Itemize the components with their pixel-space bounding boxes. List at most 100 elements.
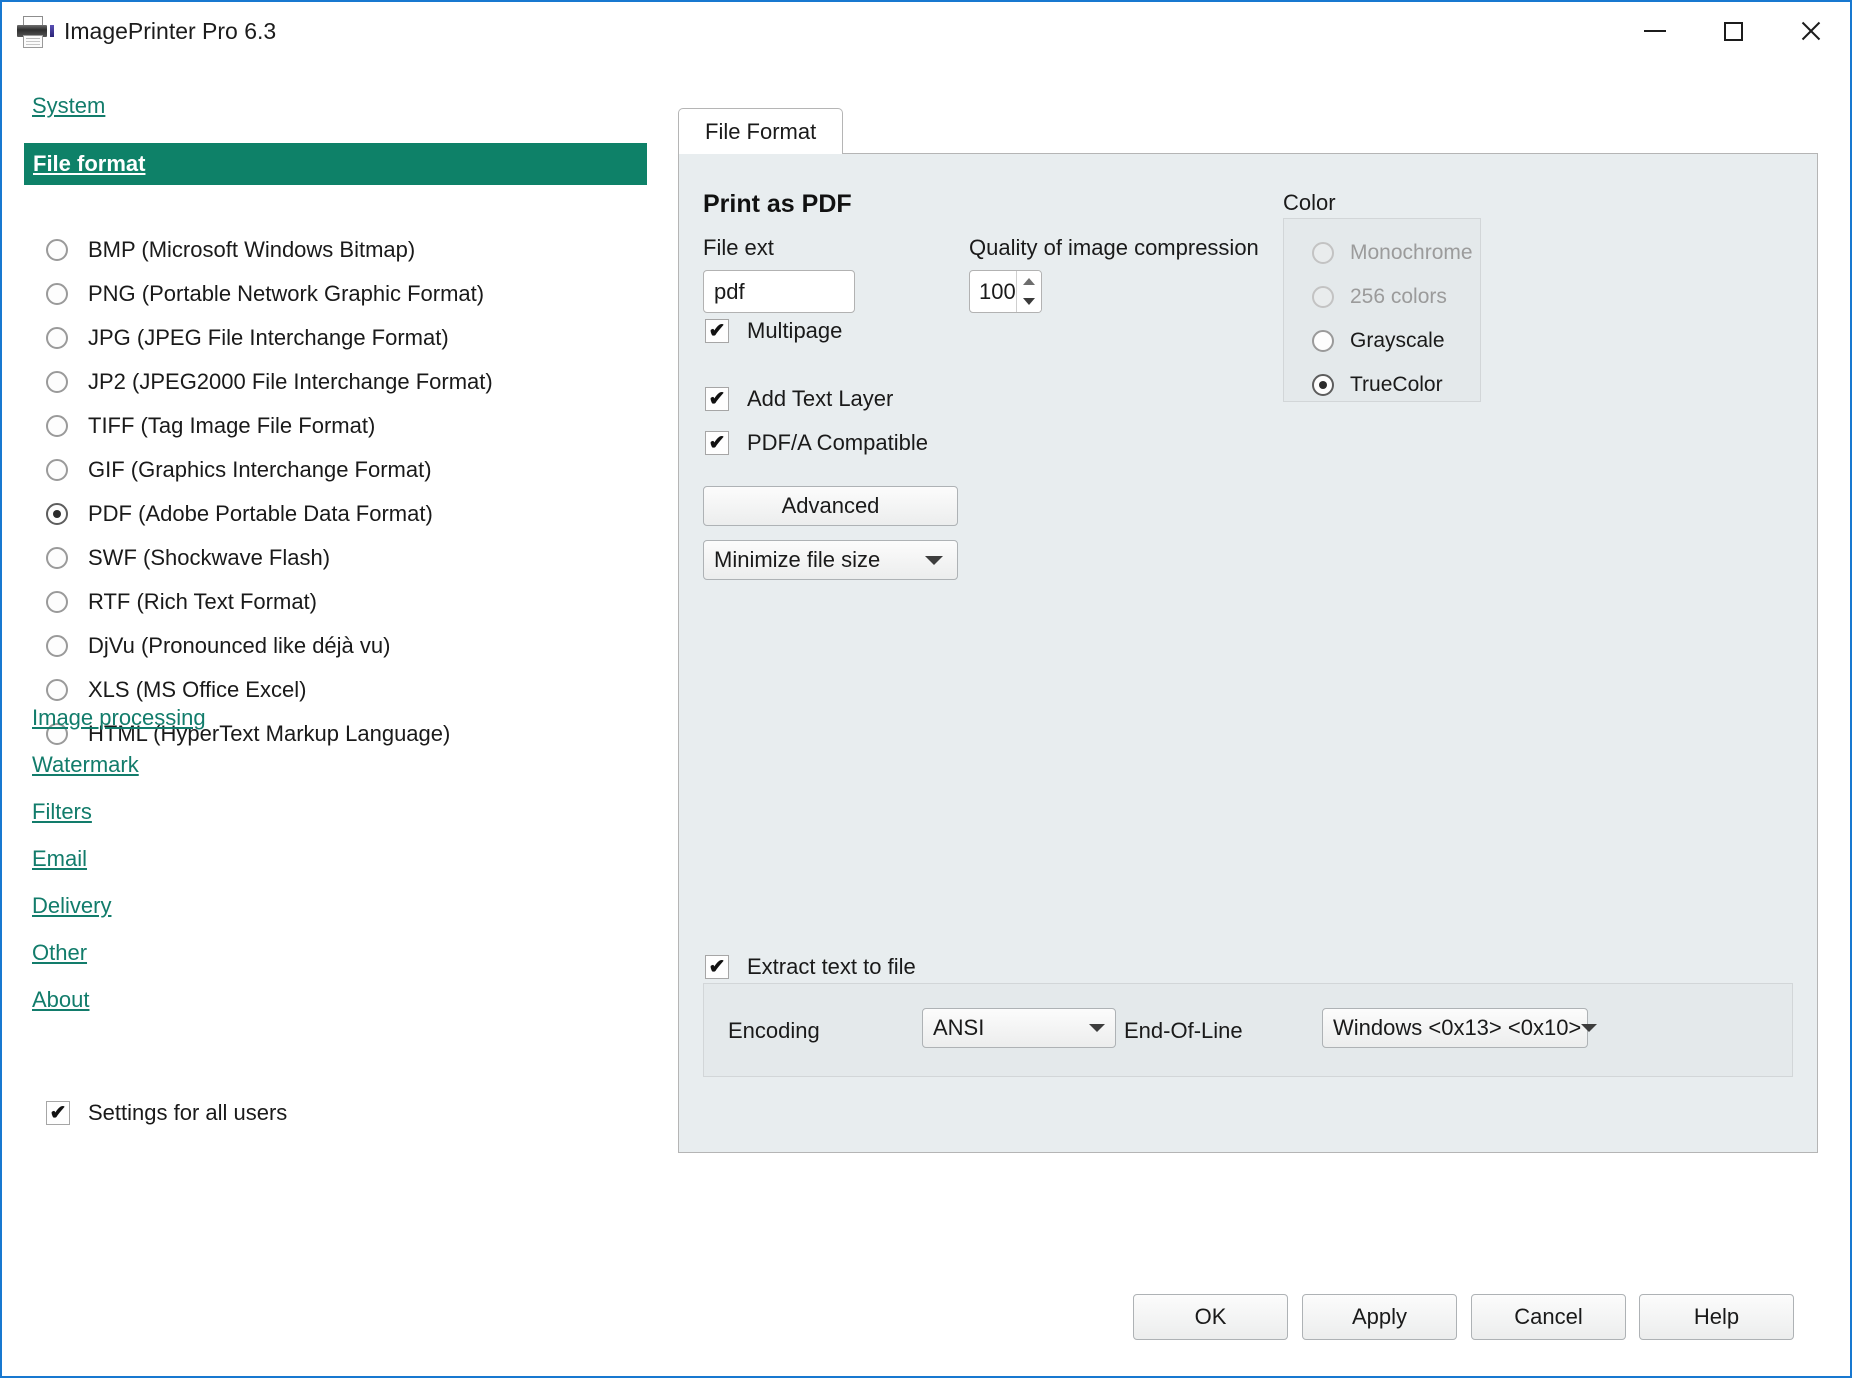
end-of-line-value: Windows <0x13> <0x10> xyxy=(1323,1015,1581,1041)
maximize-icon xyxy=(1724,22,1743,41)
filesize-mode-value: Minimize file size xyxy=(704,547,925,573)
app-window: ImagePrinter Pro 6.3 System File format … xyxy=(0,0,1852,1378)
sidebar-item-other[interactable]: Other xyxy=(32,940,87,966)
quality-stepper-buttons xyxy=(1016,271,1041,312)
sidebar-item-image-processing[interactable]: Image processing xyxy=(32,705,206,731)
color-option-monochrome-label: Monochrome xyxy=(1350,241,1473,265)
quality-value: 100 xyxy=(970,271,1016,312)
sidebar: System File format BMP (Microsoft Window… xyxy=(2,60,662,1376)
format-option[interactable]: DjVu (Pronounced like déjà vu) xyxy=(46,624,606,668)
multipage-checkbox[interactable]: ✔ Multipage xyxy=(705,318,842,344)
tab-file-format[interactable]: File Format xyxy=(678,108,843,154)
settings-for-all-users-checkbox[interactable]: ✔ Settings for all users xyxy=(46,1100,287,1126)
color-option-256-colors: 256 colors xyxy=(1312,285,1447,309)
format-option-label: PDF (Adobe Portable Data Format) xyxy=(88,501,433,527)
apply-button[interactable]: Apply xyxy=(1302,1294,1457,1340)
sidebar-item-system[interactable]: System xyxy=(32,93,105,119)
tab-strip: File Format xyxy=(678,108,1818,152)
quality-decrement-button[interactable] xyxy=(1017,292,1041,313)
cancel-button[interactable]: Cancel xyxy=(1471,1294,1626,1340)
format-option[interactable]: BMP (Microsoft Windows Bitmap) xyxy=(46,228,606,272)
extract-text-label: Extract text to file xyxy=(747,954,916,980)
sidebar-item-watermark[interactable]: Watermark xyxy=(32,752,139,778)
format-option[interactable]: TIFF (Tag Image File Format) xyxy=(46,404,606,448)
sidebar-item-file-format[interactable]: File format xyxy=(24,143,647,185)
format-radio-icon xyxy=(46,327,68,349)
color-option-truecolor[interactable]: TrueColor xyxy=(1312,373,1443,397)
chevron-down-icon xyxy=(1023,298,1035,305)
color-option-truecolor-label: TrueColor xyxy=(1350,373,1443,397)
truecolor-radio-icon xyxy=(1312,374,1334,396)
add-text-layer-checkbox[interactable]: ✔ Add Text Layer xyxy=(705,386,893,412)
color-group-label: Color xyxy=(1283,190,1336,216)
format-option[interactable]: SWF (Shockwave Flash) xyxy=(46,536,606,580)
format-option-label: SWF (Shockwave Flash) xyxy=(88,545,330,571)
page-title: Print as PDF xyxy=(703,190,852,219)
color-option-grayscale[interactable]: Grayscale xyxy=(1312,329,1445,353)
add-text-layer-check-icon: ✔ xyxy=(705,387,729,411)
format-option-label: GIF (Graphics Interchange Format) xyxy=(88,457,432,483)
settings-for-all-users-label: Settings for all users xyxy=(88,1100,287,1126)
chevron-down-icon xyxy=(1581,1024,1597,1032)
format-option-label: BMP (Microsoft Windows Bitmap) xyxy=(88,237,415,263)
format-option[interactable]: RTF (Rich Text Format) xyxy=(46,580,606,624)
window-title: ImagePrinter Pro 6.3 xyxy=(64,18,276,45)
format-radio-icon xyxy=(46,371,68,393)
format-radio-icon xyxy=(46,415,68,437)
filesize-mode-select[interactable]: Minimize file size xyxy=(703,540,958,580)
sidebar-item-email[interactable]: Email xyxy=(32,846,87,872)
minimize-button[interactable] xyxy=(1616,2,1694,60)
chevron-up-icon xyxy=(1023,278,1035,285)
file-ext-label: File ext xyxy=(703,235,774,261)
format-option[interactable]: PNG (Portable Network Graphic Format) xyxy=(46,272,606,316)
chevron-down-icon xyxy=(925,556,943,565)
end-of-line-select[interactable]: Windows <0x13> <0x10> xyxy=(1322,1008,1588,1048)
quality-increment-button[interactable] xyxy=(1017,271,1041,292)
format-option-label: DjVu (Pronounced like déjà vu) xyxy=(88,633,390,659)
format-radio-icon xyxy=(46,503,68,525)
advanced-button[interactable]: Advanced xyxy=(703,486,958,526)
format-radio-icon xyxy=(46,239,68,261)
multipage-check-icon: ✔ xyxy=(705,319,729,343)
sidebar-item-file-format-label: File format xyxy=(33,151,145,177)
format-option[interactable]: GIF (Graphics Interchange Format) xyxy=(46,448,606,492)
encoding-label: Encoding xyxy=(728,1018,820,1044)
extract-text-check-icon: ✔ xyxy=(705,955,729,979)
sidebar-item-filters[interactable]: Filters xyxy=(32,799,92,825)
extract-text-to-file-checkbox[interactable]: ✔ Extract text to file xyxy=(705,954,916,980)
encoding-select[interactable]: ANSI xyxy=(922,1008,1116,1048)
sidebar-item-delivery[interactable]: Delivery xyxy=(32,893,111,919)
sidebar-item-about[interactable]: About xyxy=(32,987,90,1013)
format-radio-icon xyxy=(46,547,68,569)
close-icon xyxy=(1799,19,1823,43)
pdfa-compatible-check-icon: ✔ xyxy=(705,431,729,455)
multipage-label: Multipage xyxy=(747,318,842,344)
file-ext-input[interactable] xyxy=(703,270,855,313)
minimize-icon xyxy=(1644,30,1666,32)
format-option-label: JPG (JPEG File Interchange Format) xyxy=(88,325,449,351)
color-option-grayscale-label: Grayscale xyxy=(1350,329,1445,353)
format-option[interactable]: JP2 (JPEG2000 File Interchange Format) xyxy=(46,360,606,404)
pdfa-compatible-checkbox[interactable]: ✔ PDF/A Compatible xyxy=(705,430,928,456)
monochrome-radio-icon xyxy=(1312,242,1334,264)
pdfa-compatible-label: PDF/A Compatible xyxy=(747,430,928,456)
quality-stepper[interactable]: 100 xyxy=(969,270,1042,313)
window-controls xyxy=(1616,2,1850,60)
256-colors-radio-icon xyxy=(1312,286,1334,308)
dialog-footer: OK Apply Cancel Help xyxy=(2,1266,1850,1376)
printer-icon xyxy=(16,16,50,46)
format-option-label: JP2 (JPEG2000 File Interchange Format) xyxy=(88,369,493,395)
encoding-value: ANSI xyxy=(923,1015,1089,1041)
format-option-label: PNG (Portable Network Graphic Format) xyxy=(88,281,484,307)
help-button[interactable]: Help xyxy=(1639,1294,1794,1340)
title-bar: ImagePrinter Pro 6.3 xyxy=(2,2,1850,60)
format-option[interactable]: JPG (JPEG File Interchange Format) xyxy=(46,316,606,360)
grayscale-radio-icon xyxy=(1312,330,1334,352)
ok-button[interactable]: OK xyxy=(1133,1294,1288,1340)
end-of-line-label: End-Of-Line xyxy=(1124,1018,1243,1044)
format-radio-icon xyxy=(46,283,68,305)
format-option[interactable]: PDF (Adobe Portable Data Format) xyxy=(46,492,606,536)
maximize-button[interactable] xyxy=(1694,2,1772,60)
close-button[interactable] xyxy=(1772,2,1850,60)
tab-panel-body: Print as PDF File ext Quality of image c… xyxy=(678,153,1818,1153)
